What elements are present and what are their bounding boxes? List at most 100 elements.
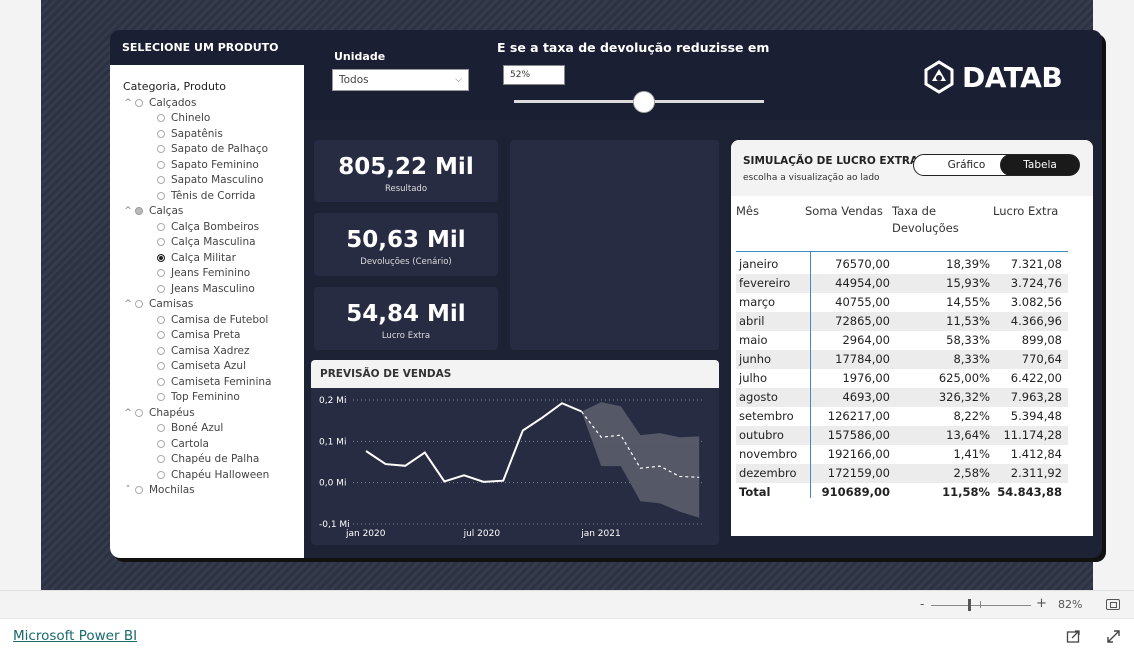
column-header[interactable]: Lucro Extra [993, 203, 1083, 220]
slicer-item[interactable]: Sapato de Palhaço [157, 142, 268, 157]
forecast-chart-card[interactable]: PREVISÃO DE VENDAS 0,2 Mi 0,1 Mi 0,0 Mi -0,… [311, 360, 719, 545]
zoom-out-button[interactable]: - [920, 597, 924, 611]
slicer-category[interactable]: ^ Camisas [121, 297, 193, 312]
radio-button[interactable] [157, 315, 165, 324]
unit-dropdown-value: Todos [339, 74, 369, 86]
radio-button[interactable] [157, 346, 165, 355]
slicer-item[interactable]: Camisa de Futebol [157, 312, 268, 327]
slicer-item[interactable]: Calça Masculina [157, 235, 256, 250]
slicer-item-label: Camisa de Futebol [171, 313, 269, 326]
slicer-item[interactable]: Jeans Masculino [157, 281, 255, 296]
forecast-chart[interactable]: 0,2 Mi0,1 Mi0,0 Mi-0,1 Mijan 2020 jul 202… [311, 388, 719, 545]
header-divider [736, 251, 1068, 252]
chevron-up-icon[interactable]: ^ [121, 98, 135, 108]
whatif-value-input[interactable]: 52% [503, 65, 565, 85]
share-icon[interactable] [1066, 628, 1082, 644]
slicer-item[interactable]: Sapato Masculino [157, 173, 263, 188]
status-bar: - + 82% [0, 590, 1134, 618]
zoom-slider-thumb[interactable] [968, 599, 971, 611]
radio-button[interactable] [157, 129, 165, 138]
radio-button[interactable] [157, 145, 165, 153]
chevron-down-icon[interactable]: ˅ [121, 485, 135, 495]
radio-button[interactable] [157, 331, 165, 339]
y-tick-label: 0,2 Mi [319, 396, 346, 406]
slicer-item-label: Jeans Feminino [171, 267, 251, 279]
radio-button[interactable] [135, 300, 143, 308]
slicer-item[interactable]: Calça Bombeiros [157, 219, 259, 234]
table-cell: 2.311,92 [1010, 466, 1062, 480]
radio-button[interactable] [157, 470, 165, 479]
radio-button[interactable] [135, 408, 143, 417]
slicer-category[interactable]: ^ Calças [121, 204, 183, 219]
table-row: janeiro 76570,00 18,39% 7.321,08 [736, 255, 1068, 274]
slicer-item[interactable]: Chapéu de Palha [157, 452, 259, 467]
radio-button[interactable] [157, 424, 165, 432]
radio-button[interactable] [157, 455, 165, 463]
radio-button[interactable] [157, 377, 165, 386]
datab-logo-icon [924, 60, 954, 94]
datab-logo: DATAB [922, 60, 1063, 94]
table-cell: outubro [739, 428, 784, 442]
table-cell: Total [739, 485, 771, 499]
table-toggle-button[interactable]: Tabela [1000, 154, 1080, 176]
table-cell: julho [739, 371, 768, 385]
zoom-default-tick [980, 601, 981, 608]
slicer-item[interactable]: Tênis de Corrida [157, 188, 255, 203]
radio-button[interactable] [135, 486, 143, 494]
radio-button[interactable] [157, 253, 165, 262]
radio-button[interactable] [157, 439, 165, 448]
fit-to-page-icon[interactable] [1106, 599, 1120, 610]
expand-icon[interactable] [1106, 629, 1121, 644]
slicer-category[interactable]: ˅ Mochilas [121, 483, 195, 498]
kpi-label: Devoluções (Cenário) [360, 257, 452, 267]
radio-button[interactable] [157, 269, 165, 277]
radio-button[interactable] [157, 238, 165, 246]
chevron-up-icon[interactable]: ^ [121, 299, 135, 309]
column-header[interactable]: Soma Vendas [805, 203, 895, 220]
table-cell: 40755,00 [835, 295, 890, 309]
radio-button[interactable] [157, 160, 165, 169]
slicer-category[interactable]: ^ Calçados [121, 95, 196, 110]
footer-bar: Microsoft Power BI [0, 618, 1134, 652]
slicer-item-label: Sapatênis [171, 127, 223, 140]
column-header[interactable]: Taxa de Devoluções [892, 203, 972, 237]
radio-button[interactable] [157, 176, 165, 184]
table-cell: 2,58% [953, 466, 990, 480]
table-cell: 126217,00 [827, 409, 890, 423]
slicer-item[interactable]: Sapato Feminino [157, 157, 259, 172]
slicer-item[interactable]: Jeans Feminino [157, 266, 250, 281]
slicer-item[interactable]: Camiseta Azul [157, 359, 246, 374]
chevron-up-icon[interactable]: ^ [121, 206, 135, 216]
slicer-item-label: Cartola [171, 437, 209, 450]
slicer-item[interactable]: Calça Militar [157, 250, 236, 265]
radio-button[interactable] [135, 207, 143, 215]
radio-button[interactable] [157, 191, 165, 200]
slicer-item[interactable]: Camisa Xadrez [157, 343, 250, 358]
y-tick-label: 0,1 Mi [319, 437, 346, 447]
slicer-category[interactable]: ^ Chapéus [121, 405, 194, 420]
slicer-item[interactable]: Chapéu Halloween [157, 467, 269, 482]
table-cell: 899,08 [1021, 333, 1062, 347]
radio-button[interactable] [135, 98, 143, 107]
slicer-item[interactable]: Top Feminino [157, 390, 240, 405]
radio-button[interactable] [157, 284, 165, 293]
unit-dropdown[interactable]: Todos ⌵ [332, 69, 469, 91]
radio-button[interactable] [157, 393, 165, 401]
table-cell: 3.724,76 [1010, 276, 1062, 290]
slicer-item[interactable]: Camiseta Feminina [157, 374, 271, 389]
radio-button[interactable] [157, 362, 165, 370]
slicer-item[interactable]: Cartola [157, 436, 209, 451]
table-cell: 3.082,56 [1010, 295, 1062, 309]
power-bi-link[interactable]: Microsoft Power BI [13, 628, 137, 644]
slicer-item[interactable]: Sapatênis [157, 126, 223, 141]
zoom-slider[interactable] [931, 605, 1031, 606]
slicer-item[interactable]: Boné Azul [157, 421, 223, 436]
chevron-up-icon[interactable]: ^ [121, 408, 135, 418]
radio-button[interactable] [157, 222, 165, 231]
radio-button[interactable] [157, 114, 165, 122]
zoom-in-button[interactable]: + [1036, 596, 1047, 611]
table-cell: 15,93% [946, 276, 990, 290]
slicer-item[interactable]: Chinelo [157, 111, 210, 126]
slicer-item[interactable]: Camisa Preta [157, 328, 240, 343]
whatif-slider-thumb[interactable] [633, 91, 655, 113]
